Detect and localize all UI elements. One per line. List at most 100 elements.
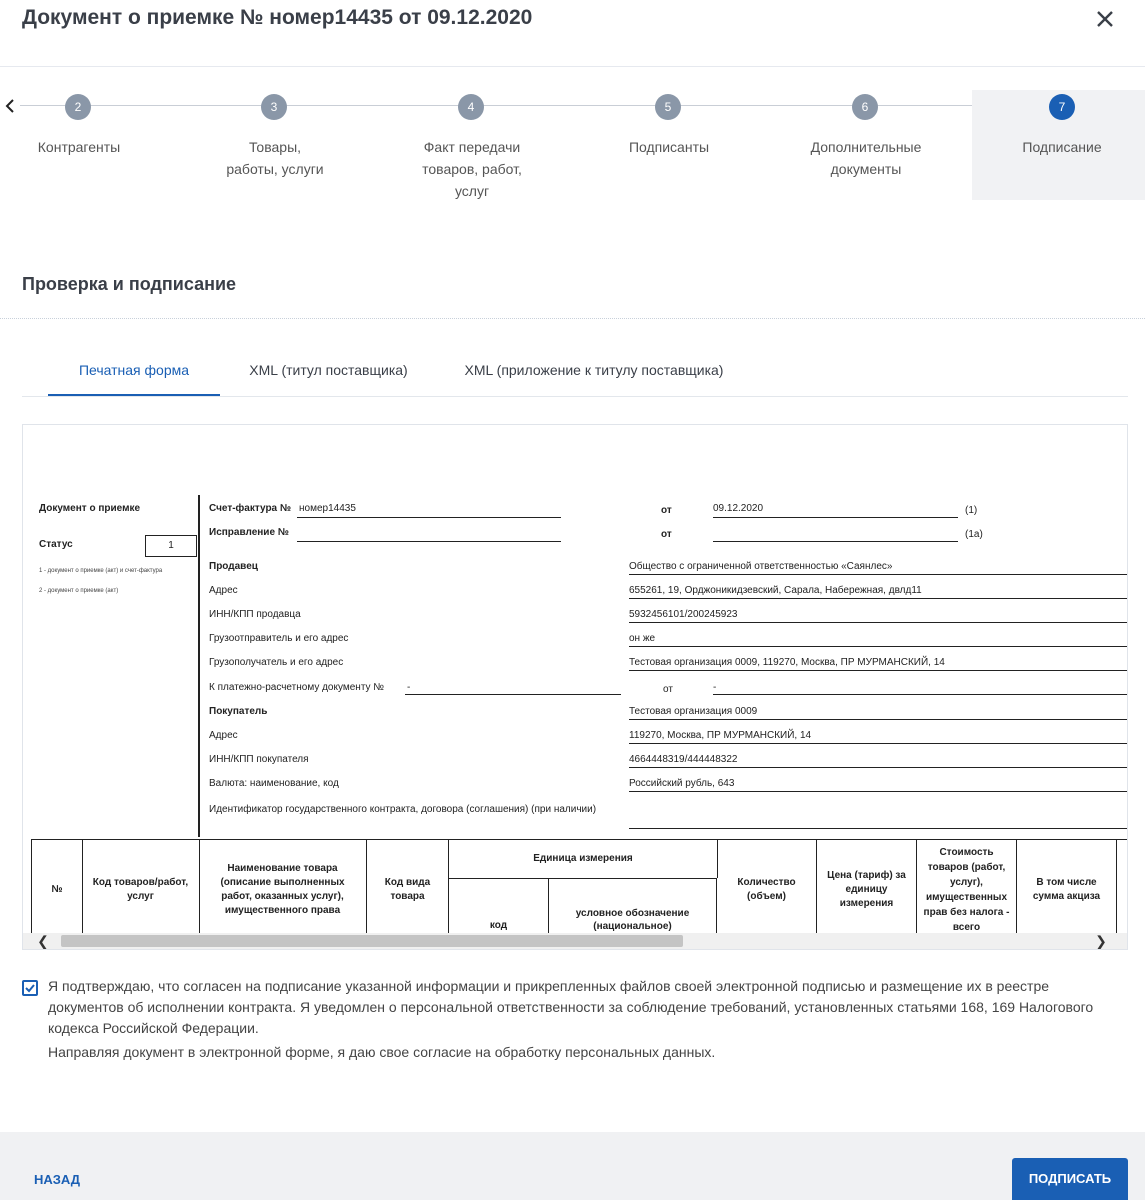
underline [629,646,1127,647]
dialog-title: Документ о приемке № номер14435 от 09.12… [22,6,533,29]
shipper-label: Грузоотправитель и его адрес [209,633,349,644]
step-label: Подписание [1022,139,1102,155]
step-label: Факт передачи товаров, работ, услуг [422,139,522,199]
underline [629,670,1127,671]
step-number: 5 [655,94,681,120]
underline [713,517,958,518]
seller-inn-label: ИНН/КПП продавца [209,609,301,620]
seller-address-label: Адрес [209,585,238,596]
document-preview[interactable]: Документ о приемке Статус 1 1 - документ… [22,424,1128,950]
buyer-label: Покупатель [209,706,268,717]
seller-inn-value: 5932456101/200245923 [629,609,738,620]
goods-table: № Код товаров/работ, услуг Наименование … [31,839,1127,940]
contract-id-label: Идентификатор государственного контракта… [209,804,597,815]
step-label: Подписанты [628,139,710,155]
currency-label: Валюта: наименование, код [209,778,339,789]
step-signers[interactable]: 5 Подписанты [571,90,767,200]
consignee-value: Тестовая организация 0009, 119270, Москв… [629,657,945,668]
underline [713,694,1127,695]
table-header-cell: условное обозначение (национальное) [549,878,717,940]
table-header-cell: В том числе сумма акциза [1017,840,1117,940]
tab-print-form[interactable]: Печатная форма [48,350,220,396]
print-form: Документ о приемке Статус 1 1 - документ… [23,425,1127,940]
payment-doc-label: К платежно-расчетному документу № [209,682,385,693]
status-value: 1 [145,535,197,557]
payment-doc-value: - [407,682,411,693]
dialog-footer: НАЗАД ПОДПИСАТЬ [0,1132,1145,1200]
underline [297,517,561,518]
underline [629,791,1127,792]
tab-xml-supplier[interactable]: XML (титул поставщика) [236,350,421,396]
table-header-cell: Наименование товара (описание выполненны… [199,840,367,940]
buyer-address-value: 119270, Москва, ПР МУРМАНСКИЙ, 14 [629,730,812,741]
underline [629,767,1127,768]
correction-from-label: от [661,529,672,540]
buyer-value: Тестовая организация 0009 [629,706,758,717]
step-label: Дополнительные документы [810,139,922,177]
step-transfer-fact[interactable]: 4 Факт передачи товаров, работ, услуг [374,90,570,200]
step-additional-docs[interactable]: 6 Дополнительные документы [768,90,964,200]
table-header-cell: Стоимость товаров (работ, услуг), имущес… [917,840,1017,940]
table-header-cell: код [449,878,549,940]
consignee-label: Грузополучатель и его адрес [209,657,344,668]
table-header-cell: Единица измерения [449,840,718,878]
close-icon[interactable] [1092,6,1118,32]
invoice-from-label: от [661,505,672,516]
underline [297,541,561,542]
status-note-2: 2 - документ о приемке (акт) [39,588,119,594]
scroll-right-icon[interactable]: ❯ [1093,933,1109,949]
payment-from-label: от [663,684,673,695]
dialog-header: Документ о приемке № номер14435 от 09.12… [0,0,1145,67]
tab-bar: Печатная форма XML (титул поставщика) XM… [22,350,1128,397]
underline [629,622,1127,623]
mark-1: (1) [965,505,978,516]
step-counterparties[interactable]: 2 Контрагенты [0,90,177,200]
step-signing[interactable]: 7 Подписание [972,90,1145,200]
scroll-left-icon[interactable]: ❮ [35,933,51,949]
step-goods[interactable]: 3 Товары, работы, услуги [177,90,373,200]
doc-type-title: Документ о приемке [39,503,141,514]
underline [629,743,1127,744]
underline [629,828,1127,829]
consent-text: Направляя документ в электронной форме, … [48,1044,716,1060]
sign-button[interactable]: ПОДПИСАТЬ [1012,1158,1128,1200]
seller-label: Продавец [209,561,258,572]
underline [629,574,1127,575]
payment-from-value: - [713,682,717,693]
seller-address-value: 655261, 19, Орджоникидзевский, Сарала, Н… [629,585,922,596]
buyer-inn-label: ИНН/КПП покупателя [209,754,309,765]
horizontal-scrollbar[interactable]: ❮ ❯ [23,933,1127,949]
scrollbar-thumb[interactable] [61,935,683,947]
invoice-label: Счет-фактура № [209,503,292,514]
section-title: Проверка и подписание [22,274,237,294]
step-label: Товары, работы, услуги [226,139,324,177]
agreement-checkbox[interactable] [22,980,38,996]
table-header-cell: № [32,840,83,940]
correction-label: Исправление № [209,527,289,538]
vertical-separator [198,495,200,837]
tab-xml-appendix[interactable]: XML (приложение к титулу поставщика) [454,350,734,396]
agreement-text: Я подтверждаю, что согласен на подписани… [48,978,1094,1036]
divider [0,318,1145,319]
shipper-value: он же [629,633,656,644]
step-number: 4 [458,94,484,120]
step-number: 3 [261,94,287,120]
underline [713,541,958,542]
table-header-cell: Код товаров/работ, услуг [82,840,200,940]
underline [629,719,1127,720]
mark-1a: (1а) [965,529,983,540]
underline [629,598,1127,599]
status-note-1: 1 - документ о приемке (акт) и счет-факт… [39,568,163,574]
currency-value: Российский рубль, 643 [629,778,735,789]
table-header-cell: Код вида товара [367,840,449,940]
step-number: 7 [1049,94,1075,120]
table-header-cell: Цена (тариф) за единицу измерения [817,840,917,940]
underline [405,694,621,695]
buyer-address-label: Адрес [209,730,238,741]
check-icon [25,984,35,993]
table-header-cell: Количество (объем) [717,840,817,940]
seller-value: Общество с ограниченной ответственностью… [629,561,893,572]
stepper: 2 Контрагенты 3 Товары, работы, услуги 4… [0,90,1145,202]
step-number: 2 [65,94,91,120]
back-button[interactable]: НАЗАД [34,1172,80,1187]
